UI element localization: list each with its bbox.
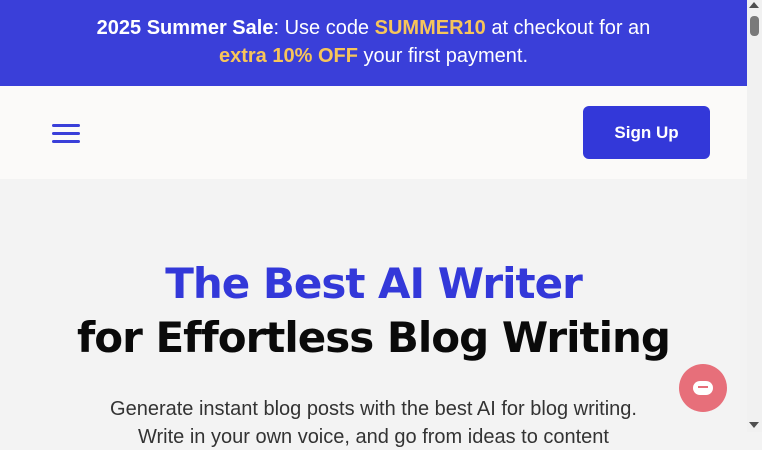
hero-headline-line-1: The Best AI Writer bbox=[165, 259, 583, 308]
promo-text-c: your first payment. bbox=[357, 45, 528, 67]
hero-subtext-line-1: Generate instant blog posts with the bes… bbox=[110, 398, 637, 420]
hamburger-menu-icon[interactable] bbox=[52, 124, 80, 144]
promo-line-1: 2025 Summer Sale: Use code SUMMER10 at c… bbox=[0, 14, 747, 42]
signup-button[interactable]: Sign Up bbox=[583, 106, 710, 159]
vertical-scrollbar[interactable] bbox=[747, 0, 762, 432]
scroll-down-arrow-icon[interactable] bbox=[749, 422, 759, 428]
scrollbar-thumb[interactable] bbox=[750, 16, 759, 36]
promo-code: SUMMER10 bbox=[374, 17, 486, 39]
scroll-up-arrow-icon[interactable] bbox=[749, 2, 759, 8]
hero-headline-line-2: for Effortless Blog Writing bbox=[77, 313, 671, 362]
hero-subtext-line-2: Write in your own voice, and go from ide… bbox=[138, 426, 609, 448]
promo-text-b: at checkout for an bbox=[485, 17, 651, 39]
chat-widget-button[interactable] bbox=[679, 364, 727, 412]
promo-line-2: extra 10% OFF your first payment. bbox=[0, 42, 747, 70]
chat-bubble-icon bbox=[693, 381, 713, 395]
promo-title: 2025 Summer Sale bbox=[96, 17, 274, 39]
promo-offer: extra 10% OFF bbox=[218, 45, 358, 67]
promo-banner: 2025 Summer Sale: Use code SUMMER10 at c… bbox=[0, 0, 747, 86]
promo-text-a: : Use code bbox=[273, 17, 375, 39]
